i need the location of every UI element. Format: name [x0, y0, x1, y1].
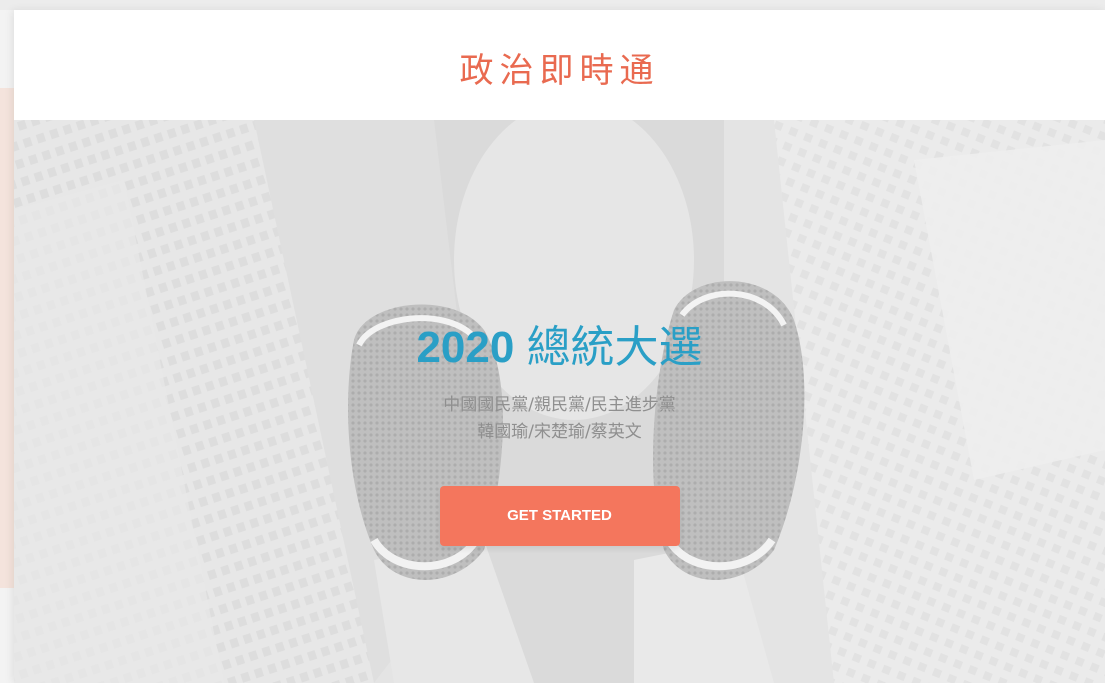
hero-section: 2020 總統大選 中國國民黨/親民黨/民主進步黨 韓國瑜/宋楚瑜/蔡英文 GE… [14, 120, 1105, 683]
hero-parties: 中國國民黨/親民黨/民主進步黨 [443, 395, 676, 415]
site-frame: 政治即時通 2020 總統大選 中國國民黨/親民黨/民主進步黨 韓國瑜/宋楚瑜/… [14, 10, 1105, 683]
site-header: 政治即時通 [14, 10, 1105, 120]
hero-title-text: 總統大選 [526, 323, 703, 372]
site-logo[interactable]: 政治即時通 [460, 43, 660, 92]
hero-title: 2020 總統大選 [14, 320, 1105, 376]
page: 政治即時通 2020 總統大選 中國國民黨/親民黨/民主進步黨 韓國瑜/宋楚瑜/… [0, 0, 1105, 683]
hero-content: 2020 總統大選 中國國民黨/親民黨/民主進步黨 韓國瑜/宋楚瑜/蔡英文 GE… [14, 320, 1105, 546]
get-started-button[interactable]: GET STARTED [439, 486, 680, 546]
hero-title-year: 2020 [416, 323, 515, 372]
hero-candidates: 韓國瑜/宋楚瑜/蔡英文 [477, 422, 642, 442]
hero-subtitle: 中國國民黨/親民黨/民主進步黨 韓國瑜/宋楚瑜/蔡英文 [14, 392, 1105, 446]
top-strip [0, 0, 1105, 10]
